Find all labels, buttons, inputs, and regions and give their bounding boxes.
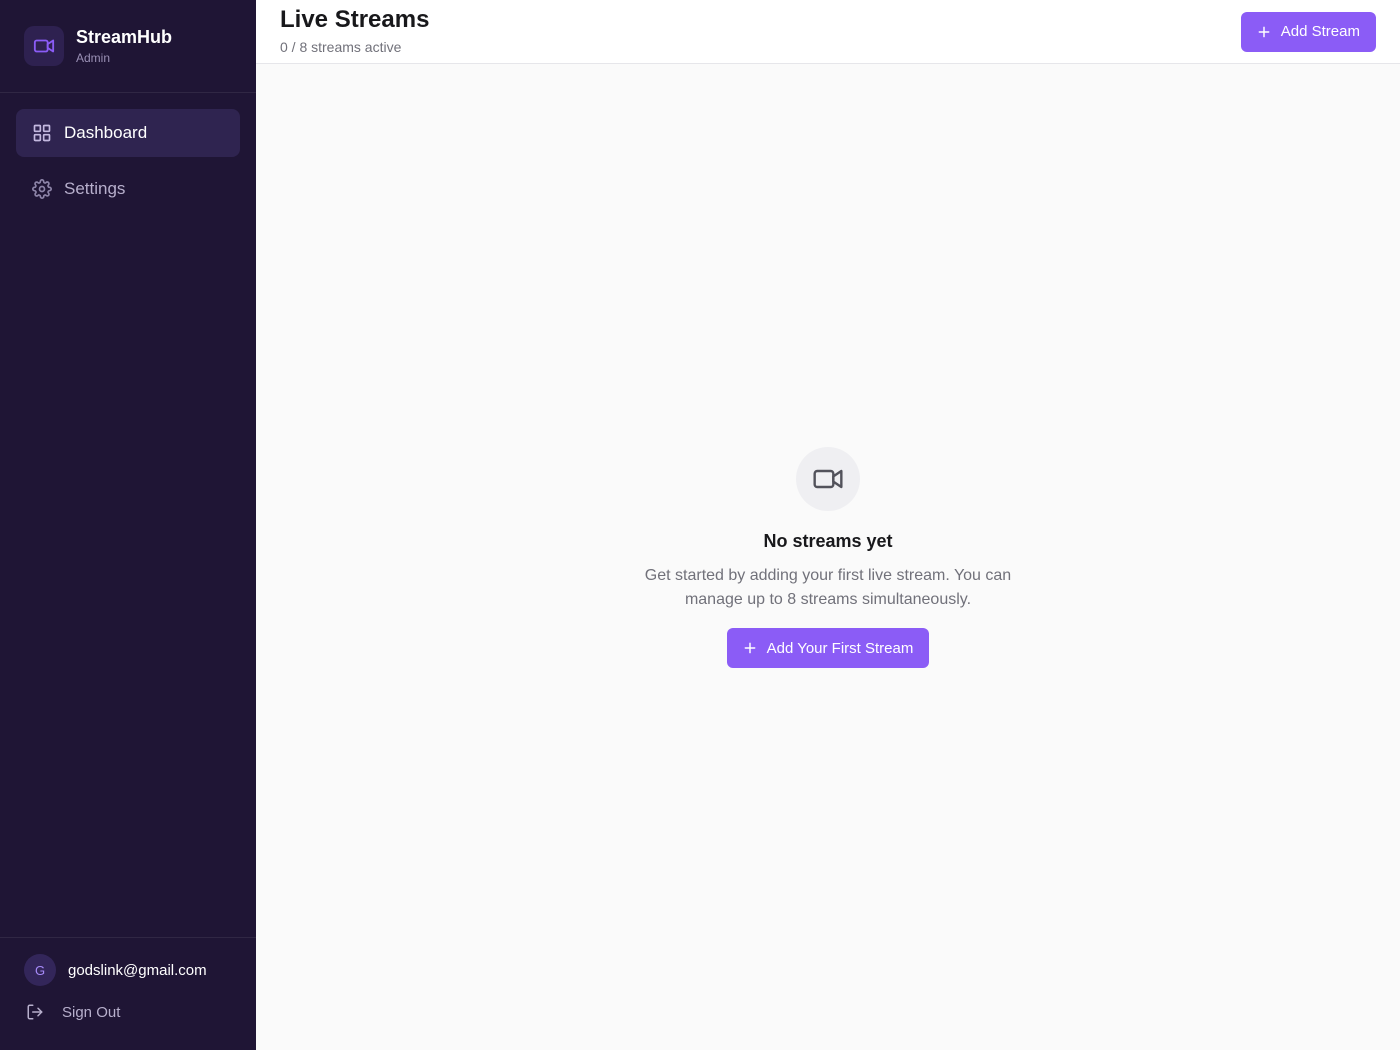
video-camera-icon bbox=[796, 447, 860, 511]
video-camera-icon bbox=[24, 26, 64, 66]
main-area: Live Streams 0 / 8 streams active Add St… bbox=[256, 0, 1400, 1050]
stream-count: 0 / 8 streams active bbox=[280, 38, 402, 55]
add-first-stream-label: Add Your First Stream bbox=[766, 639, 914, 657]
sidebar-item-label: Dashboard bbox=[64, 123, 148, 142]
empty-state: No streams yet Get started by adding you… bbox=[618, 447, 1038, 668]
brand-role: Admin bbox=[76, 51, 111, 65]
user-email: godslink@gmail.com bbox=[68, 961, 207, 979]
page-header: Live Streams 0 / 8 streams active Add St… bbox=[256, 0, 1400, 64]
avatar: G bbox=[24, 954, 56, 986]
gear-icon bbox=[32, 179, 52, 199]
add-stream-label: Add Stream bbox=[1280, 23, 1360, 40]
plus-icon bbox=[743, 641, 757, 655]
sidebar-item-label: Settings bbox=[64, 179, 126, 198]
sidebar: StreamHub Admin Dashboard Settings G god… bbox=[0, 0, 256, 1050]
add-stream-button[interactable]: Add Stream bbox=[1240, 11, 1376, 52]
sidebar-item-settings[interactable]: Settings bbox=[16, 165, 240, 213]
empty-state-title: No streams yet bbox=[763, 531, 893, 551]
empty-state-description: Get started by adding your first live st… bbox=[644, 567, 1012, 608]
content-area: No streams yet Get started by adding you… bbox=[256, 64, 1400, 1050]
sidebar-footer: G godslink@gmail.com Sign Out bbox=[0, 937, 256, 1050]
log-out-icon bbox=[26, 1003, 44, 1021]
app-root: StreamHub Admin Dashboard Settings G god… bbox=[0, 0, 1400, 1050]
plus-icon bbox=[1257, 25, 1271, 39]
sign-out-button[interactable]: Sign Out bbox=[24, 1000, 232, 1024]
grid-icon bbox=[32, 123, 52, 143]
sidebar-item-dashboard[interactable]: Dashboard bbox=[16, 109, 240, 157]
add-first-stream-button[interactable]: Add Your First Stream bbox=[726, 628, 930, 668]
sidebar-nav: Dashboard Settings bbox=[0, 93, 256, 229]
brand-name: StreamHub bbox=[76, 27, 173, 47]
user-info: G godslink@gmail.com bbox=[24, 954, 232, 986]
page-title: Live Streams bbox=[280, 5, 430, 33]
brand: StreamHub Admin bbox=[0, 0, 256, 93]
sign-out-label: Sign Out bbox=[62, 1003, 121, 1021]
